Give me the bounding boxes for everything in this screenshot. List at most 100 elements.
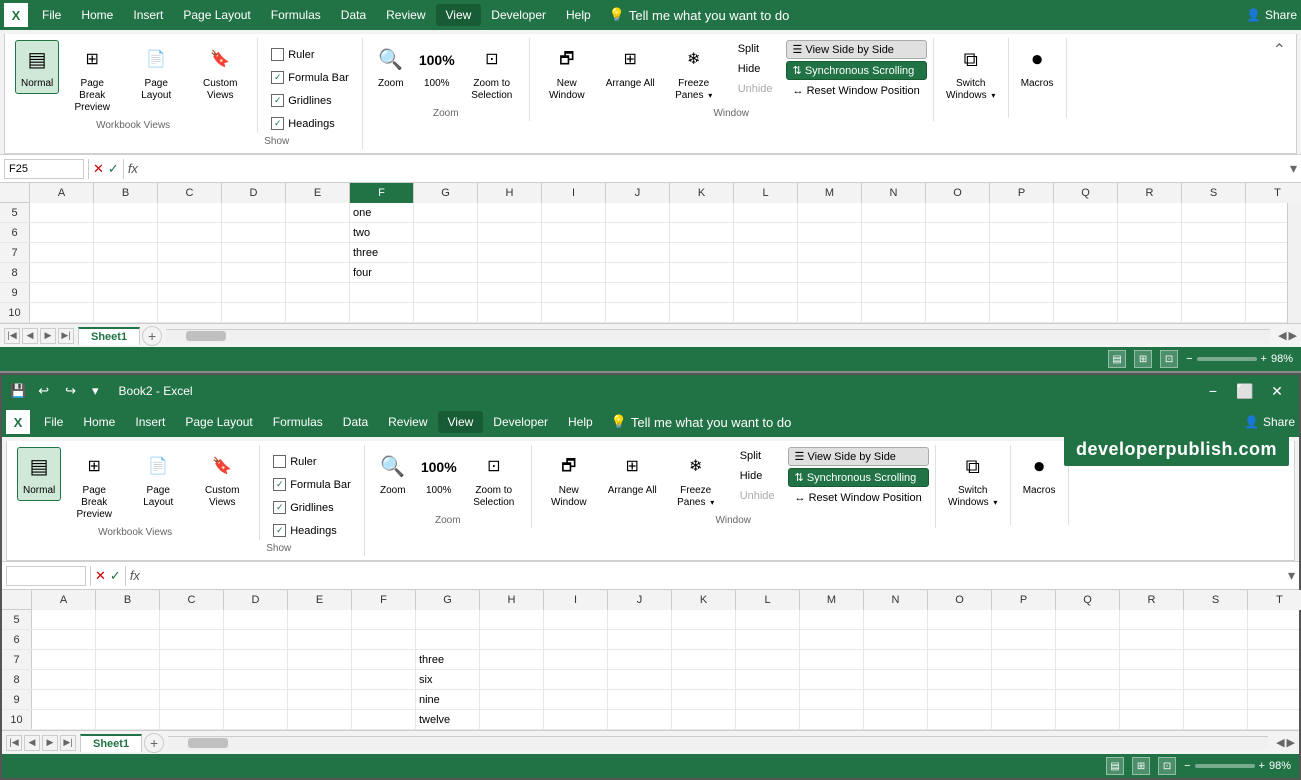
cell-r8[interactable] xyxy=(1118,263,1182,282)
cell-l9-b[interactable] xyxy=(736,690,800,709)
cell-h5-b[interactable] xyxy=(480,610,544,629)
cell-e8-b[interactable] xyxy=(288,670,352,689)
split-btn-bottom[interactable]: Split xyxy=(733,447,782,465)
zoom-selection-btn-bottom[interactable]: ⊡ Zoom to Selection xyxy=(463,447,525,513)
col-l-bottom[interactable]: L xyxy=(736,590,800,610)
col-m-top[interactable]: M xyxy=(798,183,862,203)
hide-btn-bottom[interactable]: Hide xyxy=(733,467,782,485)
col-a-bottom[interactable]: A xyxy=(32,590,96,610)
col-r-bottom[interactable]: R xyxy=(1120,590,1184,610)
cell-i9-b[interactable] xyxy=(544,690,608,709)
cell-l8-b[interactable] xyxy=(736,670,800,689)
expand-formula-btn-bottom[interactable]: ▾ xyxy=(1288,567,1295,584)
cell-r8-b[interactable] xyxy=(1120,670,1184,689)
cell-k9-b[interactable] xyxy=(672,690,736,709)
cell-b8[interactable] xyxy=(94,263,158,282)
cell-d5-b[interactable] xyxy=(224,610,288,629)
zoom100-btn-top[interactable]: 100% 100% xyxy=(415,40,459,94)
freeze-panes-btn-bottom[interactable]: ❄ Freeze Panes ▾ xyxy=(665,447,727,513)
custom-views-btn-bottom[interactable]: 🔖 Custom Views xyxy=(191,447,253,513)
arrange-all-btn-bottom[interactable]: ⊞ Arrange All xyxy=(602,447,663,501)
cell-b6[interactable] xyxy=(94,223,158,242)
col-e-bottom[interactable]: E xyxy=(288,590,352,610)
expand-formula-btn-top[interactable]: ▾ xyxy=(1290,160,1297,177)
ruler-checkbox-bottom[interactable]: Ruler xyxy=(266,452,358,471)
restore-btn-bottom[interactable]: ⬜ xyxy=(1231,377,1259,405)
cell-j8-b[interactable] xyxy=(608,670,672,689)
col-d-bottom[interactable]: D xyxy=(224,590,288,610)
sheet-nav-first-top[interactable]: |◀ xyxy=(4,328,20,344)
cell-s9-b[interactable] xyxy=(1184,690,1248,709)
cell-a10[interactable] xyxy=(30,303,94,322)
cell-n7[interactable] xyxy=(862,243,926,262)
col-s-bottom[interactable]: S xyxy=(1184,590,1248,610)
macros-btn-top[interactable]: ⏺ Macros xyxy=(1015,40,1060,94)
page-layout-btn-bottom[interactable]: 📄 Page Layout xyxy=(127,447,189,513)
cell-l6[interactable] xyxy=(734,223,798,242)
cell-b5[interactable] xyxy=(94,203,158,222)
close-btn-bottom[interactable]: ✕ xyxy=(1263,377,1291,405)
scroll-v-top[interactable] xyxy=(1287,203,1301,323)
col-q-top[interactable]: Q xyxy=(1054,183,1118,203)
sheet-nav-next-bottom[interactable]: ▶ xyxy=(42,735,58,751)
cell-n9[interactable] xyxy=(862,283,926,302)
gridlines-checkbox-bottom[interactable]: Gridlines xyxy=(266,498,358,517)
col-e-top[interactable]: E xyxy=(286,183,350,203)
cell-d10[interactable] xyxy=(222,303,286,322)
cell-o10-b[interactable] xyxy=(928,710,992,729)
cell-l5[interactable] xyxy=(734,203,798,222)
cell-h7[interactable] xyxy=(478,243,542,262)
menu-page-layout[interactable]: Page Layout xyxy=(173,4,260,26)
cell-g6[interactable] xyxy=(414,223,478,242)
menu-page-layout-bottom[interactable]: Page Layout xyxy=(175,411,262,433)
cell-a5-b[interactable] xyxy=(32,610,96,629)
col-m-bottom[interactable]: M xyxy=(800,590,864,610)
cell-q9-b[interactable] xyxy=(1056,690,1120,709)
cell-j5-b[interactable] xyxy=(608,610,672,629)
menu-review[interactable]: Review xyxy=(376,4,435,26)
cell-h8-b[interactable] xyxy=(480,670,544,689)
cell-a6[interactable] xyxy=(30,223,94,242)
cell-j9[interactable] xyxy=(606,283,670,302)
cell-t5-b[interactable] xyxy=(1248,610,1301,629)
menu-data[interactable]: Data xyxy=(331,4,376,26)
cell-q6-b[interactable] xyxy=(1056,630,1120,649)
cell-c5-b[interactable] xyxy=(160,610,224,629)
col-s-top[interactable]: S xyxy=(1182,183,1246,203)
col-o-top[interactable]: O xyxy=(926,183,990,203)
col-c-top[interactable]: C xyxy=(158,183,222,203)
cell-g6-b[interactable] xyxy=(416,630,480,649)
headings-checkbox-bottom[interactable]: Headings xyxy=(266,521,358,540)
split-btn-top[interactable]: Split xyxy=(731,40,780,58)
cell-n5[interactable] xyxy=(862,203,926,222)
menu-insert-bottom[interactable]: Insert xyxy=(125,411,175,433)
cell-o5-b[interactable] xyxy=(928,610,992,629)
macros-btn-bottom[interactable]: ⏺ Macros xyxy=(1017,447,1062,501)
cell-s5[interactable] xyxy=(1182,203,1246,222)
col-g-top[interactable]: G xyxy=(414,183,478,203)
cell-p5[interactable] xyxy=(990,203,1054,222)
cell-f7[interactable]: three xyxy=(350,243,414,262)
menu-data-bottom[interactable]: Data xyxy=(333,411,378,433)
cell-n6-b[interactable] xyxy=(864,630,928,649)
cell-l10[interactable] xyxy=(734,303,798,322)
cell-f10-b[interactable] xyxy=(352,710,416,729)
cell-s9[interactable] xyxy=(1182,283,1246,302)
cell-o6[interactable] xyxy=(926,223,990,242)
cell-b9-b[interactable] xyxy=(96,690,160,709)
col-p-bottom[interactable]: P xyxy=(992,590,1056,610)
cell-i6[interactable] xyxy=(542,223,606,242)
cell-o8[interactable] xyxy=(926,263,990,282)
col-n-top[interactable]: N xyxy=(862,183,926,203)
cell-m7-b[interactable] xyxy=(800,650,864,669)
page-break-view-btn-bottom[interactable]: ⊡ xyxy=(1158,757,1176,775)
save-icon-bottom[interactable]: 💾 xyxy=(10,383,26,399)
cell-q8-b[interactable] xyxy=(1056,670,1120,689)
sheet-nav-prev-bottom[interactable]: ◀ xyxy=(24,735,40,751)
cell-p7[interactable] xyxy=(990,243,1054,262)
cell-o9-b[interactable] xyxy=(928,690,992,709)
formula-bar-checkbox-bottom[interactable]: Formula Bar xyxy=(266,475,358,494)
cell-j7[interactable] xyxy=(606,243,670,262)
cell-c9-b[interactable] xyxy=(160,690,224,709)
cell-t6-b[interactable] xyxy=(1248,630,1301,649)
